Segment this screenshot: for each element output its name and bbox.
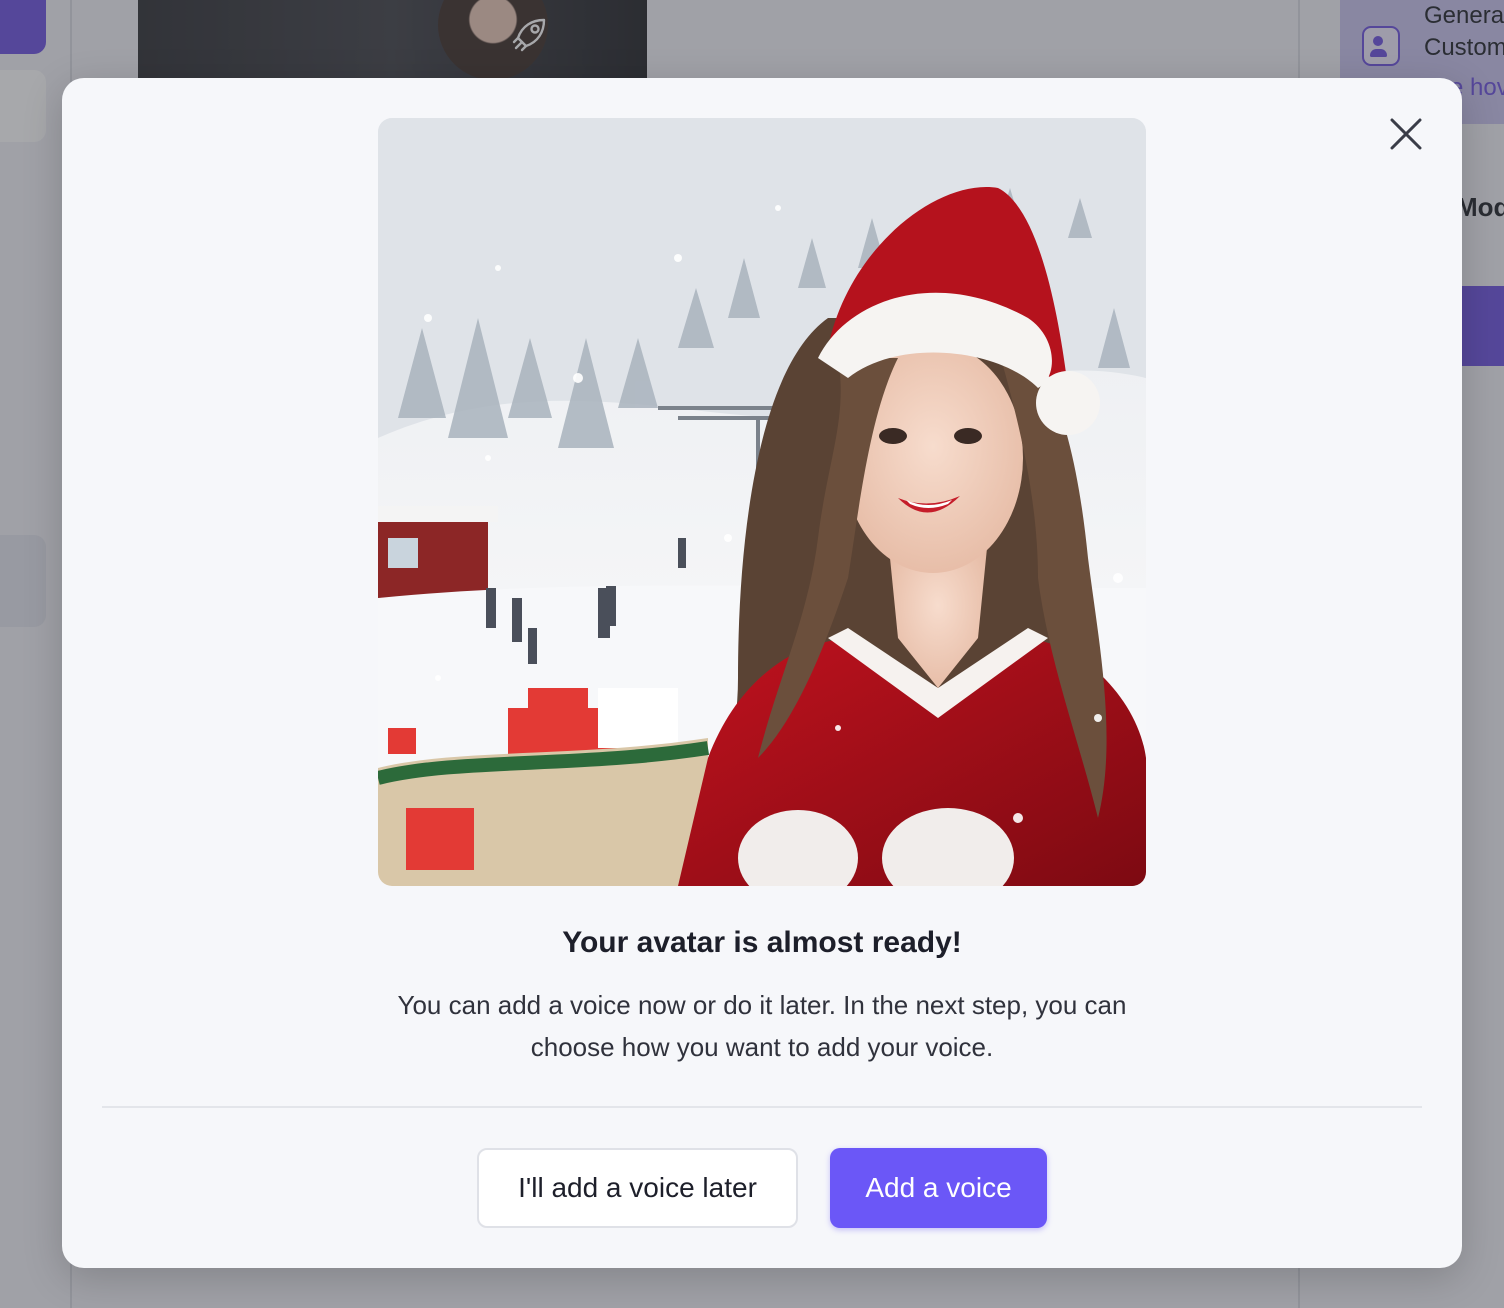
dialog-title: Your avatar is almost ready! — [562, 926, 962, 959]
dialog-description: You can add a voice now or do it later. … — [397, 990, 1127, 1062]
avatar-ready-dialog: Your avatar is almost ready! You can add… — [62, 78, 1462, 1268]
close-button[interactable] — [1386, 114, 1426, 154]
avatar-illustration — [378, 118, 1146, 886]
avatar-preview-image — [378, 118, 1146, 886]
dialog-divider — [102, 1106, 1422, 1108]
close-icon — [1390, 118, 1422, 150]
add-voice-later-button[interactable]: I'll add a voice later — [477, 1148, 798, 1228]
add-voice-button[interactable]: Add a voice — [830, 1148, 1047, 1228]
